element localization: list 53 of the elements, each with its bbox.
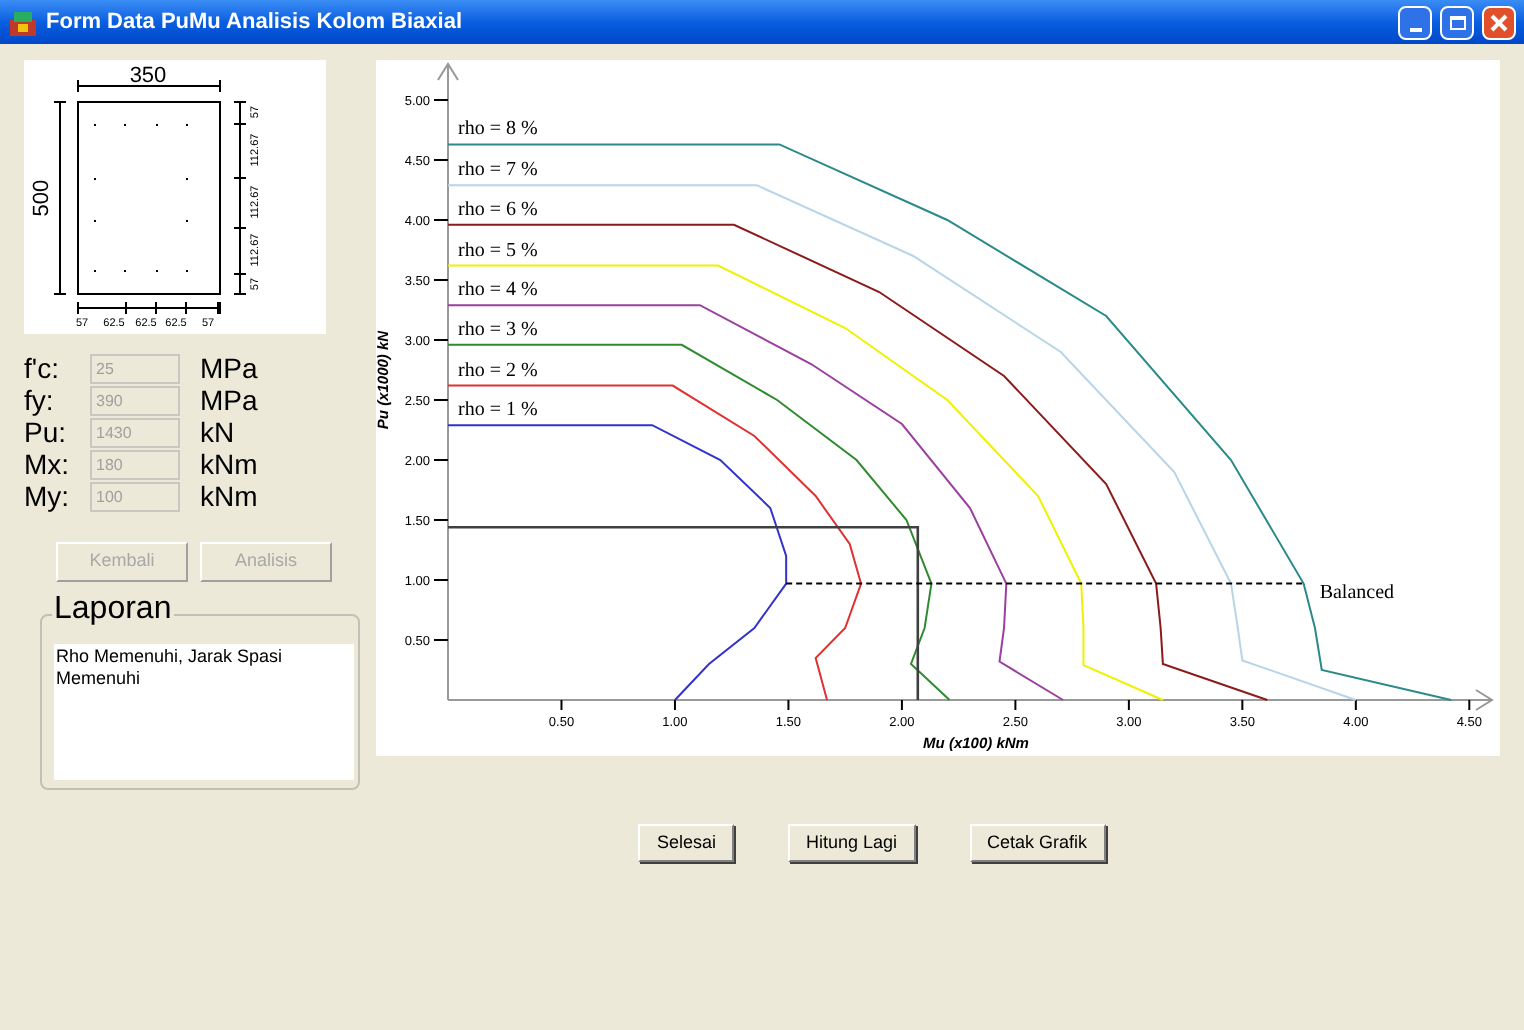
field-label: fy: [24,386,56,414]
curve-label: rho = 5 % [458,239,538,262]
curve-label: rho = 6 % [458,198,538,221]
y-tick [433,579,449,581]
x-tick [1354,699,1357,711]
restore-button[interactable] [1440,5,1474,39]
field-label: Mx: [24,450,72,478]
x-tick [560,699,563,711]
unit-label: MPa [200,386,258,414]
minimize-button[interactable] [1398,5,1432,39]
y-tick [433,159,449,161]
curve-label: rho = 2 % [458,359,538,382]
x-tick [1241,699,1244,711]
curve-label: rho = 1 % [458,399,538,422]
field-label: f'c: [24,354,61,382]
window-title: Form Data PuMu Analisis Kolom Biaxial [46,7,463,38]
x-tick [1468,699,1471,711]
x-tick [1127,699,1130,711]
y-tick [433,639,449,641]
report-text: Rho Memenuhi, Jarak Spasi Memenuhi [54,644,354,780]
field-label: Pu: [24,418,69,446]
form-button[interactable]: Hitung Lagi [787,824,916,862]
x-tick [787,699,790,711]
x-tick [673,699,676,711]
unit-label: MPa [200,354,258,382]
y-tick [433,399,449,401]
curve-label: rho = 7 % [458,159,538,182]
y-tick [433,219,449,221]
height-label: 500 [30,179,54,217]
x-tick [1014,699,1017,711]
bottom-dimension-line [77,301,221,315]
form-button[interactable]: Selesai [638,824,734,862]
y-tick [433,339,449,341]
curve-label: rho = 8 % [458,118,538,141]
unit-label: kNm [200,482,258,510]
close-button[interactable] [1482,5,1516,39]
unit-label: kN [200,418,235,446]
unit-label: kNm [200,450,258,478]
width-dimension-line [77,79,221,93]
report-title: Laporan [52,594,174,626]
form-button[interactable]: Cetak Grafik [969,824,1106,862]
width-label: 350 [129,64,167,88]
y-tick [433,519,449,521]
balanced-label: Balanced [1319,581,1395,604]
close-icon [1490,13,1508,31]
y-tick [433,279,449,281]
x-tick [900,699,903,711]
app-icon [8,7,38,37]
curve-label: rho = 4 % [458,279,538,302]
curve-label: rho = 3 % [458,318,538,341]
y-tick [433,99,449,101]
field-label: My: [24,482,72,510]
y-tick [433,459,449,461]
